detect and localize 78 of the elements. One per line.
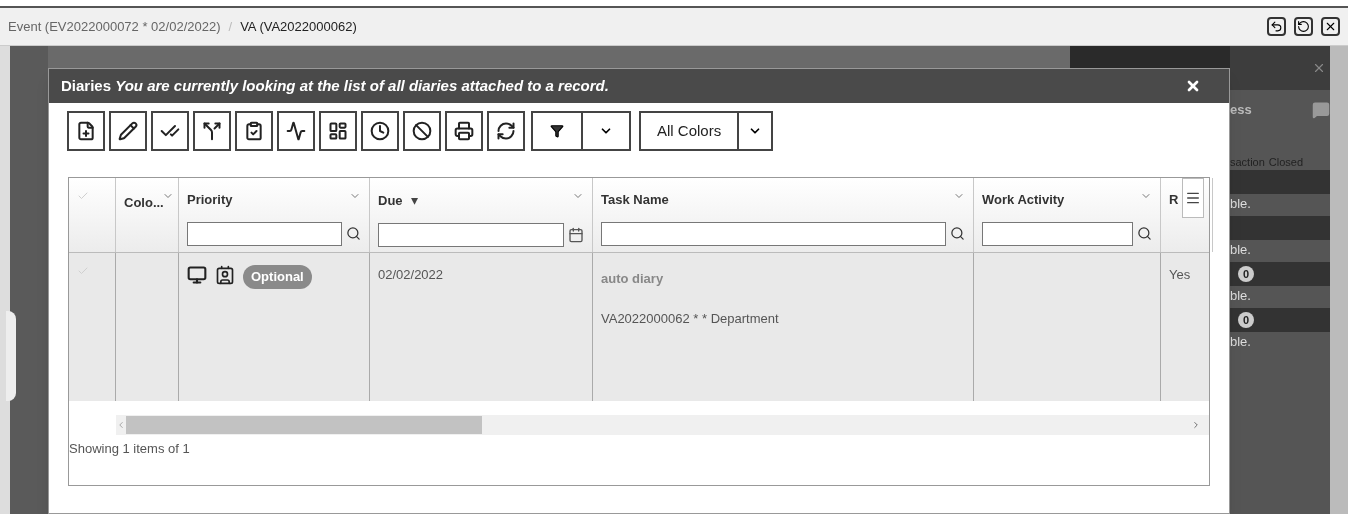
search-icon[interactable] (1137, 226, 1152, 241)
close-icon (1185, 78, 1201, 94)
person-list-icon (215, 265, 235, 285)
color-filter-select[interactable]: All Colors (639, 111, 740, 151)
refresh-icon (496, 121, 516, 141)
panel-text: ble. (1230, 196, 1251, 211)
breadcrumb-link[interactable]: VA (VA2022000062) (240, 16, 357, 37)
new-diary-button[interactable] (67, 111, 105, 151)
file-plus-icon (76, 121, 96, 141)
search-icon[interactable] (346, 226, 361, 241)
item-count: Showing 1 items of 1 (69, 440, 191, 458)
scrollbar[interactable] (1330, 46, 1348, 514)
close-icon (1324, 20, 1337, 33)
approve-button[interactable] (235, 111, 273, 151)
refresh-button[interactable] (487, 111, 525, 151)
breadcrumb-link[interactable]: Event (EV2022000072 * 02/02/2022) (8, 16, 221, 37)
count-badge: 0 (1238, 265, 1254, 283)
split-arrow-icon (202, 121, 222, 141)
edit-button[interactable] (109, 111, 147, 151)
column-header[interactable]: R (1169, 190, 1179, 252)
chat-icon (1312, 101, 1330, 119)
filter-field[interactable] (601, 221, 946, 246)
clock-icon (370, 121, 390, 141)
filter-field[interactable] (187, 221, 342, 246)
monitor-icon (187, 265, 207, 285)
back-arrow-icon (1270, 20, 1283, 33)
search-icon[interactable] (950, 226, 965, 241)
table-cell: Yes (1169, 267, 1191, 282)
column-header[interactable]: Priority (187, 190, 233, 210)
sort-indicator[interactable]: ▾ (410, 190, 418, 211)
complete-button[interactable] (151, 111, 189, 151)
printer-icon (454, 121, 474, 141)
column-header[interactable]: Due (378, 190, 403, 211)
panel-text: ble. (1230, 334, 1251, 349)
clipboard-check-icon (244, 121, 264, 141)
refresh-icon (1297, 20, 1310, 33)
priority-badge: Optional (243, 265, 312, 289)
column-header[interactable]: Colo... (124, 195, 164, 210)
panel-heading: ess (1230, 101, 1252, 120)
task-name: auto diary (601, 270, 665, 288)
menu-icon (1185, 190, 1202, 206)
filter-field[interactable] (982, 221, 1133, 246)
route-button[interactable] (193, 111, 231, 151)
sidebar-handle[interactable] (6, 311, 16, 401)
pencil-icon (118, 121, 138, 141)
grid-icon (328, 121, 348, 141)
row-checkbox[interactable] (77, 265, 89, 277)
count-badge: 0 (1238, 311, 1254, 329)
void-button[interactable] (403, 111, 441, 151)
filter-icon (550, 124, 564, 138)
due-date: 02/02/2022 (378, 267, 444, 282)
close-button[interactable] (1185, 78, 1201, 94)
line-chart-icon (286, 121, 306, 141)
calendar-icon[interactable] (568, 227, 584, 243)
panel-text: ble. (1230, 242, 1251, 257)
details-button[interactable] (319, 111, 357, 151)
dropdown-button[interactable] (583, 111, 631, 151)
scroll-right-icon[interactable] (1191, 420, 1201, 430)
close-button[interactable] (1321, 17, 1340, 36)
dialog-title: Diaries You are currently looking at the list of all diaries attached to a record. (61, 75, 609, 96)
filter-field[interactable] (378, 223, 564, 247)
breadcrumb-separator: / (228, 17, 233, 36)
check-icon (77, 190, 89, 202)
refresh-button[interactable] (1294, 17, 1313, 36)
close-icon[interactable] (1312, 61, 1326, 75)
panel-text: ble. (1230, 288, 1251, 303)
trend-button[interactable] (277, 111, 315, 151)
print-button[interactable] (445, 111, 483, 151)
column-header[interactable]: Work Activity (982, 190, 1065, 210)
scrollbar-thumb[interactable] (126, 416, 482, 434)
column-menu-button[interactable] (1182, 178, 1205, 218)
ban-icon (412, 121, 432, 141)
dropdown-button[interactable] (739, 111, 774, 151)
back-button[interactable] (1267, 17, 1286, 36)
history-button[interactable] (361, 111, 399, 151)
column-header[interactable]: Task Name (601, 190, 669, 210)
filter-button[interactable] (531, 111, 583, 151)
task-detail: VA2022000062 * * Department (601, 309, 780, 328)
